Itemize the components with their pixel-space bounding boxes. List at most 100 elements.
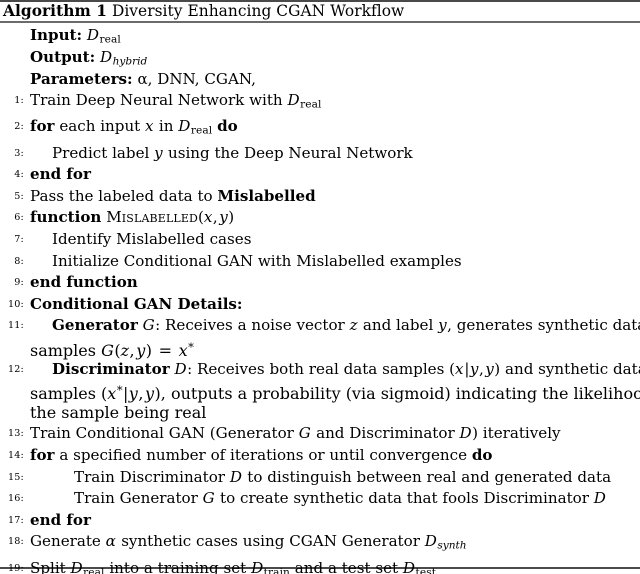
- line-text: function Mislabelled(x, y): [30, 208, 235, 227]
- math-symbol: z: [349, 316, 358, 335]
- keyword-end-function: end function: [30, 273, 138, 292]
- line-number: 6:: [14, 212, 24, 224]
- keyword-for: for: [30, 117, 55, 136]
- line-text: Initialize Conditional GAN with Mislabel…: [52, 251, 462, 270]
- line-text: for each input x in Dreal do: [30, 116, 640, 142]
- subscript: real: [190, 125, 213, 138]
- line-text: Predict label y using the Deep Neural Ne…: [52, 143, 640, 165]
- algorithm-line: 10: Conditional GAN Details:: [0, 294, 640, 316]
- subscript: synth: [437, 540, 467, 553]
- line-number: 17:: [7, 514, 24, 526]
- text-fragment: to distinguish between real and generate…: [247, 467, 612, 486]
- line-text: end for: [30, 510, 640, 532]
- algorithm-line: 8: Initialize Conditional GAN with Mislab…: [0, 251, 640, 273]
- math-symbol: D: [287, 91, 300, 109]
- line-number: 4:: [14, 169, 24, 181]
- subscript: real: [83, 566, 105, 574]
- text-fragment: in: [158, 117, 174, 136]
- text-fragment: Split: [30, 558, 66, 574]
- subscript: real: [300, 98, 322, 111]
- algorithm-line: 15: Train Discriminator D to distinguish …: [0, 467, 640, 489]
- math-operator: =: [158, 340, 172, 360]
- math-symbol: x: [203, 208, 213, 227]
- text-fragment: and a test set: [294, 558, 399, 574]
- line-number: 5:: [14, 190, 24, 202]
- text-fragment: and: [316, 424, 345, 443]
- algorithm-line: 1: Train Deep Neural Network with Dreal: [0, 90, 640, 116]
- line-number: 12:: [7, 363, 24, 375]
- term-generator: Generator: [52, 316, 138, 335]
- math-symbol: D: [70, 558, 83, 574]
- math-symbol: D: [424, 532, 437, 551]
- keyword-end-for: end for: [30, 165, 91, 184]
- math-symbol: x: [107, 384, 117, 404]
- math-symbol: y: [219, 208, 228, 227]
- line-number: 15:: [7, 471, 24, 483]
- line-number: 14:: [7, 449, 24, 461]
- math-symbol: y: [145, 384, 155, 404]
- math-symbol: y: [154, 143, 163, 162]
- line-text: Generator G: Receives a noise vector z a…: [52, 315, 640, 337]
- algorithm-line: 7: Identify Mislabelled cases: [0, 229, 640, 251]
- algorithm-line-continuation: samples (x*|y, y), outputs a probability…: [30, 380, 640, 404]
- output-symbol: D: [99, 48, 113, 66]
- algorithm-label: Algorithm 1: [3, 2, 107, 20]
- input-label: Input:: [30, 26, 83, 44]
- algorithm-line: 9: end function: [0, 272, 640, 294]
- line-text: Split Dreal into a training set Dtrain a…: [30, 558, 640, 574]
- subscript: test: [415, 566, 437, 574]
- math-symbol: y: [128, 384, 138, 404]
- text-fragment: samples: [30, 384, 96, 404]
- line-text: Discriminator D: Receives both real data…: [52, 359, 640, 381]
- keyword-end-for: end for: [30, 510, 91, 529]
- line-text: Conditional GAN Details:: [30, 294, 640, 316]
- algorithm-line: 12: Discriminator D: Receives both real d…: [0, 359, 640, 381]
- text-fragment: Train Discriminator: [74, 467, 226, 486]
- algorithm-line-continuation: the sample being real: [30, 402, 207, 422]
- subscript: train: [263, 566, 290, 574]
- line-text: Identify Mislabelled cases: [52, 230, 252, 249]
- math-conditional-bar: |: [122, 384, 129, 404]
- math-symbol: x: [178, 340, 188, 360]
- rule-under-title: [0, 21, 640, 23]
- algorithm-caption: Diversity Enhancing CGAN Workflow: [111, 2, 405, 20]
- procedure-name: Mislabelled: [106, 208, 199, 227]
- output-label: Output:: [30, 48, 96, 66]
- section-heading: Conditional GAN Details:: [30, 294, 243, 313]
- parameters-value: α, DNN, CGAN,: [137, 70, 256, 88]
- algorithm-line: 17: end for: [0, 510, 640, 532]
- keyword-do: do: [471, 445, 493, 464]
- line-number: 3:: [14, 147, 24, 159]
- algorithm-block: Algorithm 1 Diversity Enhancing CGAN Wor…: [0, 0, 640, 574]
- text-fragment: Predict label: [52, 143, 150, 162]
- math-symbol: y: [469, 359, 479, 378]
- math-symbol: y: [136, 340, 146, 360]
- line-number: 19:: [7, 562, 24, 574]
- parameters-label: Parameters:: [30, 70, 133, 88]
- math-symbol-alpha: α: [105, 532, 116, 551]
- line-text: Pass the labeled data to Mislabelled: [30, 186, 640, 208]
- math-symbol: y: [438, 316, 447, 335]
- algorithm-line: 3: Predict label y using the Deep Neural …: [0, 143, 640, 165]
- text-fragment: Train Deep Neural Network with: [30, 91, 283, 109]
- text-fragment: and synthetic data: [504, 359, 640, 378]
- math-symbol: G: [202, 489, 215, 508]
- math-symbol: D: [178, 117, 191, 136]
- text-fragment: samples: [30, 340, 96, 360]
- text-fragment: to create synthetic data that fools Disc…: [220, 489, 589, 508]
- line-number: 18:: [7, 536, 24, 548]
- line-number: 8:: [14, 255, 24, 267]
- algorithm-line: 4: end for: [0, 164, 640, 186]
- line-text: Generate α synthetic cases using CGAN Ge…: [30, 531, 640, 557]
- input-subscript: real: [99, 33, 121, 46]
- math-symbol: G: [142, 316, 155, 335]
- text-fragment: , outputs a probability (via sigmoid) in…: [160, 384, 640, 404]
- math-symbol: G: [298, 424, 311, 443]
- line-text: Train Generator G to create synthetic da…: [74, 488, 640, 510]
- input-symbol: D: [86, 26, 100, 44]
- line-text: for a specified number of iterations or …: [30, 445, 640, 467]
- line-text: end for: [30, 164, 640, 186]
- algorithm-line: 6: function Mislabelled(x, y): [0, 207, 640, 229]
- algorithm-line: 14: for a specified number of iterations …: [0, 445, 640, 467]
- algorithm-line: 11: Generator G: Receives a noise vector …: [0, 315, 640, 337]
